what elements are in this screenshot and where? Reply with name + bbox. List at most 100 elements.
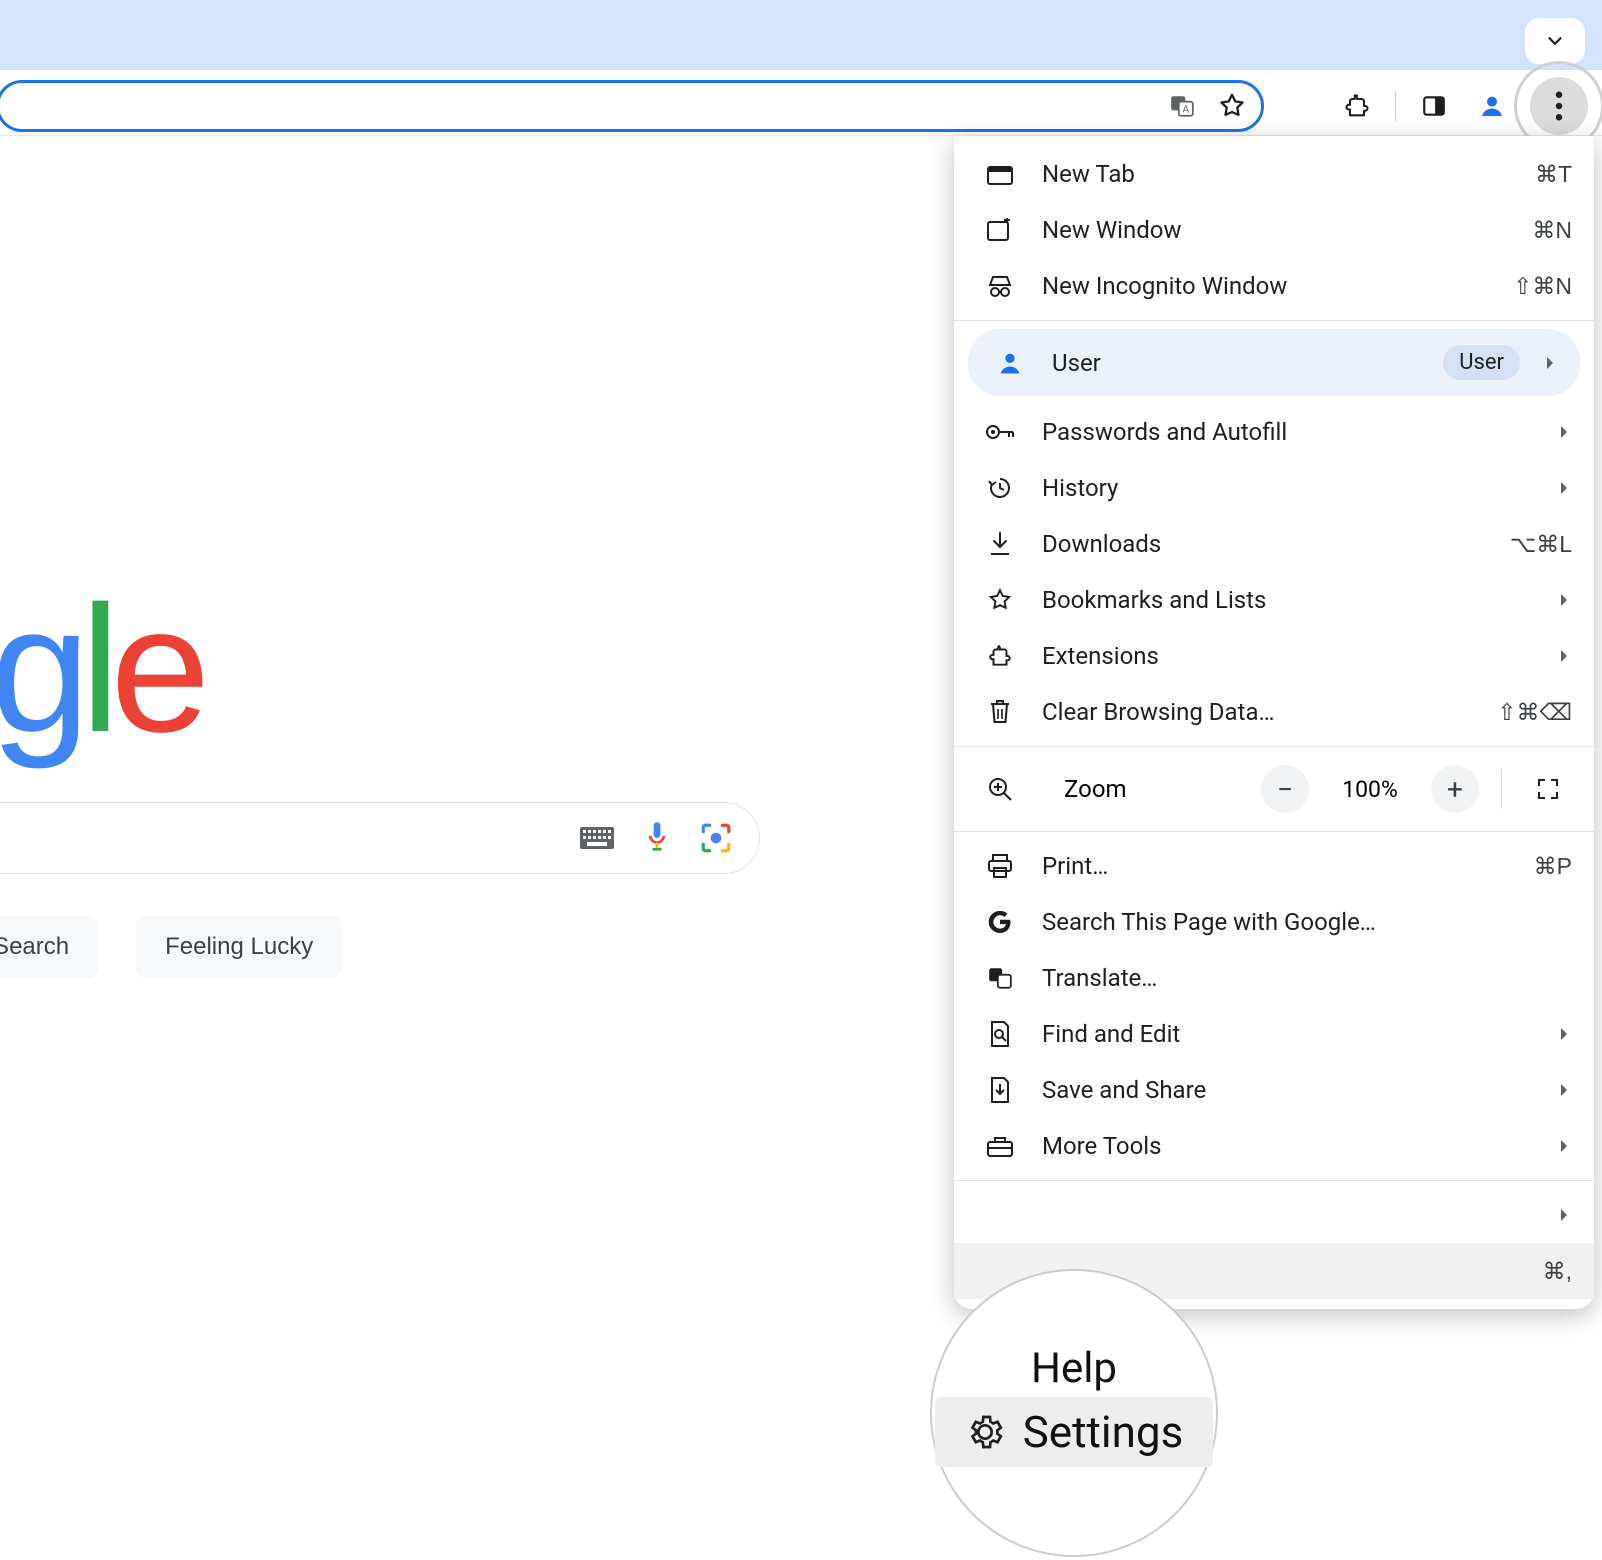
menu-history[interactable]: History bbox=[954, 460, 1594, 516]
tab-strip bbox=[0, 0, 1602, 70]
voice-search-icon[interactable] bbox=[643, 820, 671, 856]
menu-separator bbox=[954, 320, 1594, 321]
menu-new-incognito[interactable]: New Incognito Window ⇧⌘N bbox=[954, 258, 1594, 314]
menu-label: New Incognito Window bbox=[1042, 272, 1513, 300]
keyboard-icon[interactable] bbox=[579, 825, 615, 851]
separator bbox=[1395, 91, 1396, 121]
zoom-out-button[interactable]: − bbox=[1261, 765, 1309, 813]
chrome-main-menu: New Tab ⌘T New Window ⌘N New Incognito W… bbox=[954, 136, 1594, 1309]
submenu-arrow-icon bbox=[1556, 592, 1572, 608]
menu-passwords-autofill[interactable]: Passwords and Autofill bbox=[954, 404, 1594, 460]
submenu-arrow-icon bbox=[1556, 1207, 1572, 1223]
incognito-icon bbox=[980, 275, 1020, 297]
google-search-input[interactable] bbox=[0, 802, 760, 874]
menu-find-edit[interactable]: Find and Edit bbox=[954, 1006, 1594, 1062]
key-icon bbox=[980, 423, 1020, 441]
gear-icon bbox=[965, 1412, 1005, 1452]
menu-separator bbox=[954, 746, 1594, 747]
menu-downloads[interactable]: Downloads ⌥⌘L bbox=[954, 516, 1594, 572]
new-window-icon bbox=[980, 218, 1020, 242]
submenu-arrow-icon bbox=[1542, 355, 1558, 371]
menu-label: User bbox=[1052, 349, 1443, 377]
menu-label: Print… bbox=[1042, 852, 1534, 880]
submenu-arrow-icon bbox=[1556, 648, 1572, 664]
callout-settings-label: Settings bbox=[1023, 1409, 1184, 1455]
zoom-icon bbox=[980, 776, 1020, 802]
google-g-icon bbox=[980, 909, 1020, 935]
submenu-arrow-icon bbox=[1556, 424, 1572, 440]
zoom-in-button[interactable]: + bbox=[1431, 765, 1479, 813]
submenu-arrow-icon bbox=[1556, 1082, 1572, 1098]
bookmark-star-icon[interactable] bbox=[1217, 91, 1247, 121]
menu-settings[interactable]: Settings ⌘, bbox=[954, 1243, 1594, 1299]
fullscreen-button[interactable] bbox=[1524, 765, 1572, 813]
menu-extensions[interactable]: Extensions bbox=[954, 628, 1594, 684]
menu-more-tools[interactable]: More Tools bbox=[954, 1118, 1594, 1174]
tab-search-dropdown[interactable] bbox=[1525, 18, 1585, 64]
submenu-arrow-icon bbox=[1556, 480, 1572, 496]
bookmark-star-icon bbox=[980, 587, 1020, 613]
menu-zoom-row: Zoom − 100% + bbox=[954, 753, 1594, 825]
address-bar[interactable]: A bbox=[0, 80, 1264, 132]
menu-user-profile[interactable]: User User bbox=[968, 329, 1580, 396]
shortcut-text: ⇧⌘N bbox=[1513, 273, 1572, 300]
new-tab-icon bbox=[980, 163, 1020, 185]
feeling-lucky-button[interactable]: Feeling Lucky bbox=[136, 916, 342, 978]
menu-new-tab[interactable]: New Tab ⌘T bbox=[954, 146, 1594, 202]
menu-label: Extensions bbox=[1042, 642, 1540, 670]
google-logo: Google bbox=[0, 566, 200, 773]
shortcut-text: ⇧⌘⌫ bbox=[1497, 699, 1572, 726]
shortcut-text: ⌘P bbox=[1534, 853, 1572, 880]
history-icon bbox=[980, 475, 1020, 501]
google-search-button[interactable]: Google Search bbox=[0, 916, 98, 978]
menu-label: Translate… bbox=[1042, 964, 1572, 992]
submenu-arrow-icon bbox=[1556, 1026, 1572, 1042]
extensions-icon[interactable] bbox=[1337, 86, 1377, 126]
chevron-down-icon bbox=[1544, 30, 1566, 52]
menu-label: Find and Edit bbox=[1042, 1020, 1540, 1048]
translate-icon bbox=[980, 965, 1020, 991]
user-icon bbox=[990, 349, 1030, 377]
menu-label: More Tools bbox=[1042, 1132, 1540, 1160]
shortcut-text: ⌥⌘L bbox=[1510, 531, 1572, 558]
more-menu-button[interactable] bbox=[1530, 77, 1588, 135]
lens-search-icon[interactable] bbox=[699, 821, 733, 855]
menu-label: Downloads bbox=[1042, 530, 1510, 558]
menu-translate[interactable]: Translate… bbox=[954, 950, 1594, 1006]
menu-label: Save and Share bbox=[1042, 1076, 1540, 1104]
side-panel-icon[interactable] bbox=[1414, 86, 1454, 126]
menu-print[interactable]: Print… ⌘P bbox=[954, 838, 1594, 894]
svg-text:A: A bbox=[1183, 105, 1190, 116]
more-vertical-icon bbox=[1554, 91, 1564, 121]
menu-label: New Window bbox=[1042, 216, 1532, 244]
menu-label: Bookmarks and Lists bbox=[1042, 586, 1540, 614]
menu-new-window[interactable]: New Window ⌘N bbox=[954, 202, 1594, 258]
menu-label: New Tab bbox=[1042, 160, 1535, 188]
separator bbox=[1501, 769, 1502, 809]
page-content: Google Google Search Feeling Lucky New T… bbox=[0, 136, 1602, 1560]
toolbar-right-actions bbox=[1337, 80, 1588, 132]
zoom-value: 100% bbox=[1331, 776, 1409, 803]
menu-bookmarks[interactable]: Bookmarks and Lists bbox=[954, 572, 1594, 628]
google-search-buttons: Google Search Feeling Lucky bbox=[0, 916, 342, 978]
user-badge: User bbox=[1443, 345, 1520, 380]
menu-label: Clear Browsing Data… bbox=[1042, 698, 1497, 726]
callout-settings-row: Settings bbox=[935, 1397, 1214, 1467]
menu-label: Search This Page with Google… bbox=[1042, 908, 1572, 936]
menu-label: Passwords and Autofill bbox=[1042, 418, 1540, 446]
menu-search-this-page[interactable]: Search This Page with Google… bbox=[954, 894, 1594, 950]
print-icon bbox=[980, 853, 1020, 879]
tutorial-settings-callout: Help Settings bbox=[930, 1269, 1218, 1557]
zoom-label: Zoom bbox=[1064, 775, 1239, 803]
menu-label: History bbox=[1042, 474, 1540, 502]
save-page-icon bbox=[980, 1076, 1020, 1104]
menu-save-share[interactable]: Save and Share bbox=[954, 1062, 1594, 1118]
menu-help[interactable]: Help bbox=[954, 1187, 1594, 1243]
shortcut-text: ⌘, bbox=[1543, 1258, 1572, 1285]
menu-separator bbox=[954, 1180, 1594, 1181]
toolbox-icon bbox=[980, 1134, 1020, 1158]
find-in-page-icon bbox=[980, 1020, 1020, 1048]
translate-icon[interactable]: A bbox=[1167, 91, 1197, 121]
profile-avatar-icon[interactable] bbox=[1472, 86, 1512, 126]
menu-clear-browsing-data[interactable]: Clear Browsing Data… ⇧⌘⌫ bbox=[954, 684, 1594, 740]
